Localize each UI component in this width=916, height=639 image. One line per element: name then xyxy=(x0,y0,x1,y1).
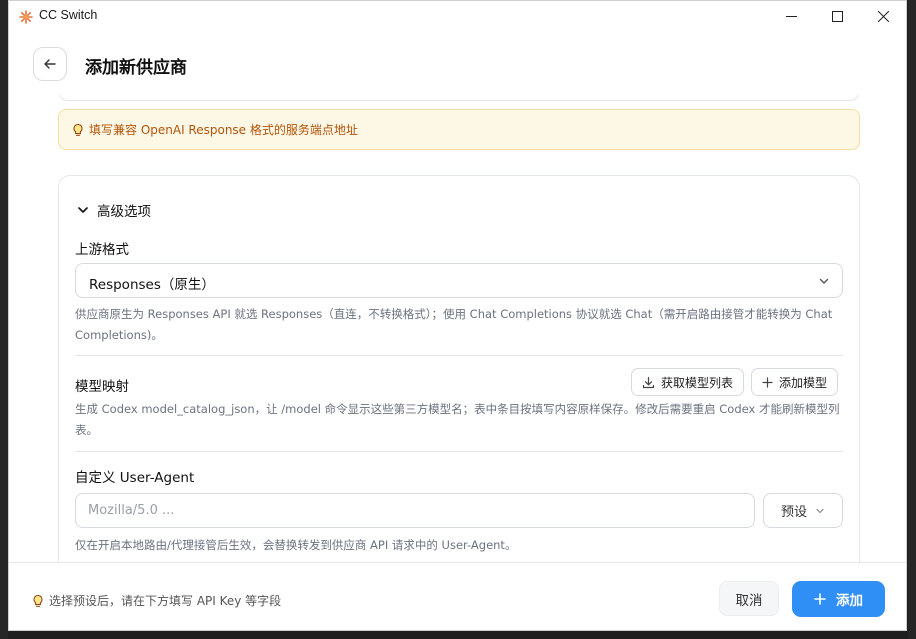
cancel-button[interactable]: 取消 xyxy=(719,581,779,616)
plus-icon xyxy=(762,376,773,388)
page-header: 添加新供应商 xyxy=(9,33,906,95)
app-logo-icon xyxy=(19,10,33,24)
close-button[interactable] xyxy=(860,1,906,31)
title-bar: CC Switch xyxy=(9,1,906,33)
user-agent-label: 自定义 User-Agent xyxy=(75,470,195,486)
advanced-options-toggle[interactable]: 高级选项 xyxy=(77,200,151,220)
user-agent-input[interactable] xyxy=(75,493,755,528)
divider xyxy=(75,451,843,452)
download-icon xyxy=(642,376,655,388)
advanced-options-card: 高级选项 上游格式 Responses（原生） 供应商原生为 Responses… xyxy=(58,175,860,562)
upstream-format-value: Responses（原生） xyxy=(89,277,215,293)
add-button[interactable]: 添加 xyxy=(792,581,885,617)
divider xyxy=(75,355,843,356)
previous-card xyxy=(58,95,860,101)
app-title: CC Switch xyxy=(39,8,98,22)
form-scroll-area[interactable]: 填写兼容 OpenAI Response 格式的服务端点地址 高级选项 上游格式… xyxy=(9,95,906,562)
footer-bar: 选择预设后，请在下方填写 API Key 等字段 取消 添加 xyxy=(9,562,906,630)
upstream-format-select[interactable]: Responses（原生） xyxy=(75,263,843,298)
maximize-icon xyxy=(831,10,843,22)
user-agent-preset-dropdown[interactable]: 预设 xyxy=(763,493,843,528)
close-icon xyxy=(877,10,889,22)
page-title: 添加新供应商 xyxy=(85,58,187,78)
app-window: CC Switch 添加新供应商 填写兼容 OpenAI Response 格式… xyxy=(8,0,907,631)
back-button[interactable] xyxy=(33,47,67,81)
minimize-button[interactable] xyxy=(768,1,814,31)
advanced-options-title: 高级选项 xyxy=(97,204,151,220)
maximize-button[interactable] xyxy=(814,1,860,31)
upstream-format-label: 上游格式 xyxy=(75,242,129,258)
background-left xyxy=(0,0,8,639)
add-label: 添加 xyxy=(836,593,863,609)
arrow-left-icon xyxy=(44,59,56,69)
chevron-down-icon xyxy=(819,278,829,284)
upstream-format-help: 供应商原生为 Responses API 就选 Responses（直连，不转换… xyxy=(75,307,833,342)
cancel-label: 取消 xyxy=(735,592,763,609)
endpoint-hint: 填写兼容 OpenAI Response 格式的服务端点地址 xyxy=(58,109,860,150)
background-right xyxy=(908,0,916,639)
fetch-models-button[interactable]: 获取模型列表 xyxy=(631,368,745,396)
endpoint-hint-text: 填写兼容 OpenAI Response 格式的服务端点地址 xyxy=(89,123,358,137)
minimize-icon xyxy=(785,15,797,17)
chevron-down-icon xyxy=(78,207,88,213)
model-mapping-help: 生成 Codex model_catalog_json，让 /model 命令显… xyxy=(75,402,840,437)
add-model-button[interactable]: 添加模型 xyxy=(751,368,839,396)
user-agent-help: 仅在开启本地路由/代理接管后生效，会替换转发到供应商 API 请求中的 User… xyxy=(75,538,517,552)
lightbulb-icon xyxy=(73,123,83,136)
preset-label: 预设 xyxy=(780,505,807,520)
add-model-label: 添加模型 xyxy=(779,375,828,390)
footer-hint-text: 选择预设后，请在下方填写 API Key 等字段 xyxy=(49,594,282,608)
fetch-models-label: 获取模型列表 xyxy=(661,375,734,390)
model-mapping-label: 模型映射 xyxy=(75,379,129,395)
lightbulb-icon xyxy=(33,594,43,607)
plus-icon xyxy=(814,593,826,605)
chevron-down-icon xyxy=(816,508,824,513)
footer-hint: 选择预设后，请在下方填写 API Key 等字段 xyxy=(31,592,281,609)
